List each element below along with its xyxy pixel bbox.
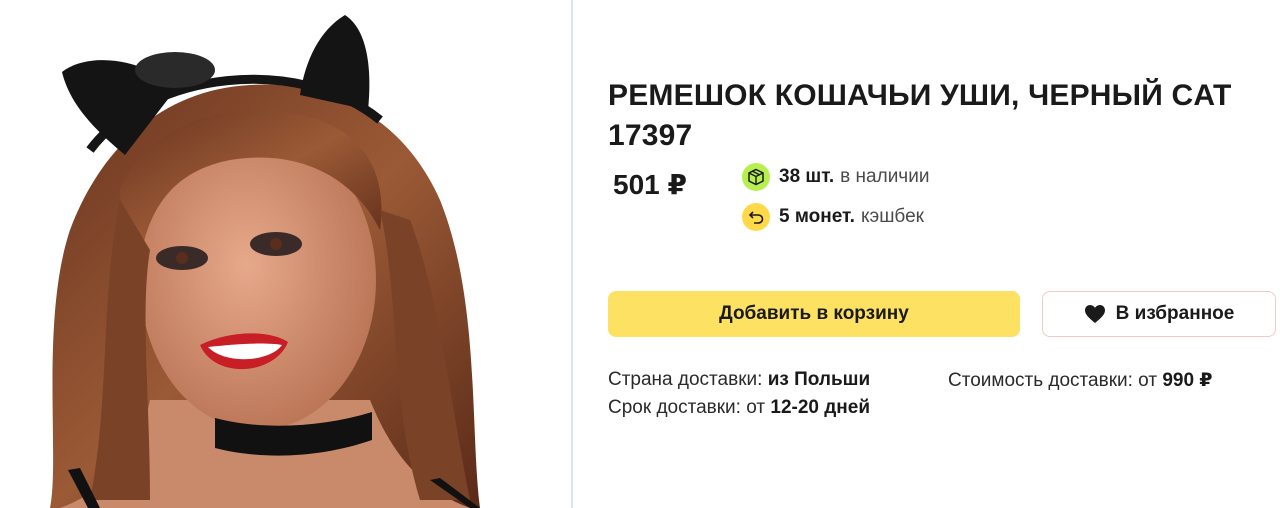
product-title: РЕМЕШОК КОШАЧЬИ УШИ, ЧЕРНЫЙ CAT 17397 <box>608 79 1232 152</box>
cashback-label: кэшбек <box>860 206 924 227</box>
product-photo <box>50 15 480 508</box>
delivery-cost-value: 990 ₽ <box>1162 370 1213 391</box>
package-icon <box>742 163 770 191</box>
product-image[interactable] <box>0 0 571 508</box>
add-to-favorites-button[interactable]: В избранное <box>1042 291 1276 337</box>
cashback-return-icon <box>742 203 770 231</box>
cashback-info: 5 монет. кэшбек <box>742 203 924 231</box>
stock-count: 38 шт. <box>779 166 835 187</box>
stock-label: в наличии <box>840 166 930 187</box>
delivery-term: Срок доставки: от 12-20 дней <box>608 397 870 419</box>
delivery-country-value: из Польши <box>767 369 871 390</box>
heart-icon <box>1084 305 1105 323</box>
cashback-amount: 5 монет. <box>779 206 855 227</box>
panel-divider <box>571 0 573 508</box>
favorites-label: В избранное <box>1115 303 1235 324</box>
delivery-cost: Стоимость доставки: от 990 ₽ <box>948 369 1213 392</box>
add-to-cart-button[interactable]: Добавить в корзину <box>608 291 1020 337</box>
product-price: 501 ₽ <box>613 169 687 200</box>
delivery-term-label: Срок доставки: от <box>608 397 766 418</box>
delivery-cost-label: Стоимость доставки: от <box>948 370 1158 391</box>
stock-info: 38 шт. в наличии <box>742 163 929 191</box>
delivery-term-value: 12-20 дней <box>770 397 871 418</box>
delivery-country-label: Страна доставки: <box>608 369 763 390</box>
delivery-country: Страна доставки: из Польши <box>608 369 870 391</box>
